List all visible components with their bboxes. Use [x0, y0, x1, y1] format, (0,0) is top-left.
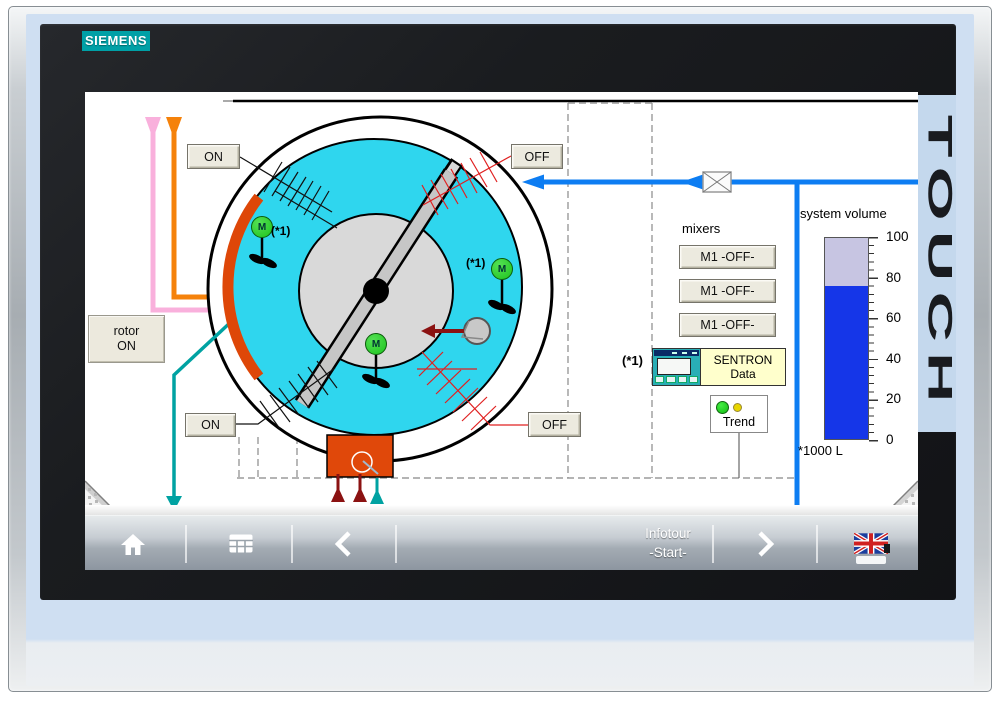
hmi-panel-photo: SIEMENS TOUCH rotor ON ON OFF ON OFF M (…	[0, 0, 1000, 705]
skimmer-bottom-off-button[interactable]: OFF	[528, 412, 581, 437]
nav-back-button[interactable]	[313, 516, 373, 570]
mixer-1-footnote: (*1)	[271, 224, 291, 238]
gauge-tick-0: 0	[886, 432, 894, 447]
language-icon-shadow	[884, 544, 890, 553]
trend-label: Trend	[722, 415, 756, 429]
chevron-right-icon	[758, 530, 775, 557]
gauge-tick-60: 60	[886, 310, 902, 326]
nav-separator	[291, 525, 293, 563]
menu-grid-icon	[229, 534, 253, 553]
nav-separator	[816, 525, 818, 563]
page-curl-left	[85, 480, 112, 508]
drain-trumpet-3	[370, 478, 384, 504]
language-keyboard-icon	[856, 556, 886, 564]
sentron-data-button[interactable]: SENTRON Data	[652, 348, 786, 386]
nav-forward-button[interactable]	[736, 516, 796, 570]
outlet-box	[326, 434, 394, 478]
sentron-device-icon	[653, 349, 701, 385]
gauge-unit: *1000 L	[798, 443, 843, 458]
trend-button[interactable]: Trend	[710, 395, 768, 433]
nav-infotour-button[interactable]: Infotour -Start-	[603, 524, 733, 562]
trend-green-led-icon	[716, 401, 729, 414]
gauge-tick-100: 100	[886, 229, 909, 244]
gauge-tick-80: 80	[886, 269, 902, 285]
siemens-logo: SIEMENS	[82, 31, 150, 51]
mixer-3-motor-icon: M	[365, 333, 387, 355]
mixer-1-motor-icon: M	[251, 216, 273, 238]
nav-separator	[395, 525, 397, 563]
nav-home-button[interactable]	[103, 516, 163, 570]
valve-icon	[702, 171, 732, 193]
rotor-status-line1: rotor	[113, 324, 140, 338]
gauge-tick-20: 20	[886, 391, 902, 407]
hmi-screen: rotor ON ON OFF ON OFF M (*1) M (*1) M m…	[85, 92, 918, 570]
sentron-label-line2: Data	[730, 367, 756, 381]
mixer-2-motor-icon: M	[491, 258, 513, 280]
system-volume-gauge	[824, 237, 869, 440]
sentron-label-line1: SENTRON	[713, 353, 773, 367]
nav-language-button[interactable]	[843, 530, 899, 556]
skimmer-top-on-button[interactable]: ON	[187, 144, 240, 169]
home-icon	[121, 533, 145, 555]
gauge-major-ticks	[869, 237, 878, 442]
page-curl-right	[891, 480, 918, 508]
gauge-title: system volume	[800, 206, 887, 221]
nav-menu-button[interactable]	[211, 516, 271, 570]
touch-bezel-strip: TOUCH	[918, 95, 956, 432]
skimmer-bottom-on-button[interactable]: ON	[185, 413, 236, 437]
mixers-group-label: mixers	[682, 221, 721, 236]
rotor-status-box: rotor ON	[88, 315, 165, 363]
skimmer-top-off-button[interactable]: OFF	[511, 144, 563, 169]
mixer-2-toggle-button[interactable]: M1 -OFF-	[679, 279, 776, 303]
trend-yellow-led-icon	[733, 403, 742, 412]
gauge-tick-40: 40	[886, 350, 902, 366]
gauge-fill-blue	[825, 286, 868, 439]
nav-bar: Infotour -Start-	[85, 515, 918, 570]
mixer-1-toggle-button[interactable]: M1 -OFF-	[679, 245, 776, 269]
rotor-status-line2: ON	[117, 339, 136, 353]
mixer-2-footnote: (*1)	[466, 256, 486, 270]
touch-bezel-label: TOUCH	[920, 114, 957, 413]
tank-center-pivot	[363, 278, 389, 304]
chevron-left-icon	[334, 530, 351, 557]
nav-separator	[185, 525, 187, 563]
sentron-footnote: (*1)	[622, 353, 643, 368]
page-bottom-shade	[85, 505, 918, 515]
infotour-line2: -Start-	[649, 545, 687, 560]
mixer-3-toggle-button[interactable]: M1 -OFF-	[679, 313, 776, 337]
infotour-line1: Infotour	[645, 526, 691, 541]
uk-flag-icon	[854, 532, 888, 554]
